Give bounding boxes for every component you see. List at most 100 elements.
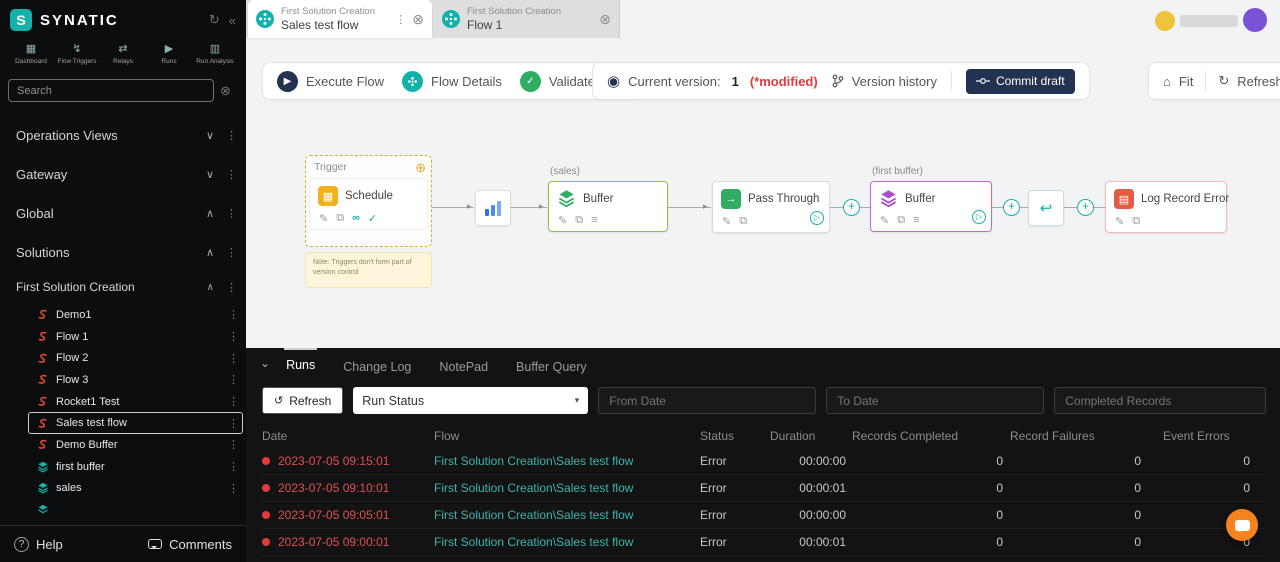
collapse-sidebar-icon[interactable]: « [229,13,236,28]
node-log-record-error[interactable]: ▤ Log Record Error ✎ ⧉ [1105,181,1229,233]
edit-icon[interactable]: ✎ [558,214,567,227]
version-history-button[interactable]: Version history [832,74,937,89]
kebab-menu-icon[interactable]: ⋮ [228,395,239,408]
search-input[interactable] [8,79,214,102]
canvas-refresh-button[interactable]: ↻ Refresh [1218,73,1280,89]
run-from-here-icon[interactable]: ▷ [972,210,986,224]
column-header[interactable]: Duration [770,424,852,448]
kebab-menu-icon[interactable]: ⋮ [228,438,239,451]
chevron-up-icon[interactable]: ∧ [207,282,214,293]
chat-widget-button[interactable] [1226,509,1258,541]
tab-close-icon[interactable]: ⊗ [412,11,424,28]
copy-icon[interactable]: ⧉ [897,214,905,227]
check-icon[interactable]: ✓ [368,212,377,225]
kebab-menu-icon[interactable]: ⋮ [226,281,237,294]
copy-icon[interactable]: ⧉ [739,215,747,228]
chevron-up-icon[interactable]: ∧ [206,207,214,220]
sidebar-item-first-buffer[interactable]: first buffer ⋮ [28,456,243,478]
nav-item-dashboard[interactable]: ▦ Dashboard [8,42,54,65]
run-status-select[interactable]: Run Status ▾ [353,387,589,414]
tab-buffer-query[interactable]: Buffer Query [514,348,589,380]
copy-icon[interactable]: ⧉ [1132,215,1140,228]
sidebar-item-global[interactable]: Global ∧ ⋮ [0,194,246,233]
node-metrics[interactable] [475,190,511,226]
node-buffer-first[interactable]: Buffer ✎ ⧉ ≡ ▷ [870,181,992,232]
node-buffer-sales[interactable]: Buffer ✎ ⧉ ≡ [548,181,668,232]
list-icon[interactable]: ≡ [591,214,597,227]
node-schedule[interactable]: ▦ Schedule ✎ ⧉ ∞ ✓ [309,178,428,230]
nav-item-flow-triggers[interactable]: ↯ Flow Triggers [54,42,100,65]
execute-flow-button[interactable]: ▶ Execute Flow [277,70,384,92]
sidebar-item-gateway[interactable]: Gateway ∨ ⋮ [0,155,246,194]
search-clear-icon[interactable]: ⊗ [220,83,231,99]
to-date-input[interactable] [826,387,1045,414]
avatar[interactable] [1243,8,1267,32]
column-header[interactable]: Record Failures [1010,424,1163,448]
completed-records-input[interactable] [1054,387,1267,414]
sidebar-item-solutions[interactable]: Solutions ∧ ⋮ [0,233,246,272]
nav-item-runs[interactable]: ▶ Runs [146,42,192,65]
kebab-menu-icon[interactable]: ⋮ [226,246,237,259]
sidebar-item-flow-3[interactable]: Flow 3 ⋮ [28,369,243,391]
sidebar-item-sales[interactable]: sales ⋮ [28,478,243,500]
add-step-button[interactable]: + [843,199,860,216]
add-step-button[interactable]: + [1003,199,1020,216]
commit-draft-button[interactable]: Commit draft [965,68,1075,94]
nav-item-relays[interactable]: ⇄ Relays [100,42,146,65]
list-icon[interactable]: ≡ [913,214,919,227]
sidebar-item-sales-test-flow[interactable]: Sales test flow ⋮ [28,412,243,435]
add-step-button[interactable]: + [1077,199,1094,216]
node-pass-through[interactable]: → Pass Through ✎ ⧉ ▷ [712,181,830,233]
kebab-menu-icon[interactable]: ⋮ [226,168,237,181]
sidebar-item-rocket1-test[interactable]: Rocket1 Test ⋮ [28,391,243,413]
sidebar-item-partial[interactable] [28,499,243,521]
edit-icon[interactable]: ✎ [880,214,889,227]
column-header[interactable]: Date [262,424,434,448]
kebab-menu-icon[interactable]: ⋮ [228,330,239,343]
tab-close-icon[interactable]: ⊗ [599,11,611,28]
tab-kebab-icon[interactable]: ⋮ [395,13,406,26]
tab-change-log[interactable]: Change Log [341,348,413,380]
sidebar-item-operations-views[interactable]: Operations Views ∨ ⋮ [0,116,246,155]
link-icon[interactable]: ∞ [352,212,360,225]
collapse-panel-icon[interactable]: ⌄ [260,356,270,370]
sidebar-item-demo-buffer[interactable]: Demo Buffer ⋮ [28,434,243,456]
sidebar-item-flow-1[interactable]: Flow 1 ⋮ [28,326,243,348]
edit-icon[interactable]: ✎ [722,215,731,228]
avatar[interactable] [1155,11,1175,31]
edit-icon[interactable]: ✎ [1115,215,1124,228]
copy-icon[interactable]: ⧉ [336,212,344,225]
comments-button[interactable]: Comments [148,537,232,552]
chevron-up-icon[interactable]: ∧ [206,246,214,259]
sidebar-item-demo1[interactable]: Demo1 ⋮ [28,304,243,326]
sidebar-item-flow-2[interactable]: Flow 2 ⋮ [28,347,243,369]
run-from-here-icon[interactable]: ▷ [810,211,824,225]
chevron-down-icon[interactable]: ∨ [206,129,214,142]
edit-icon[interactable]: ✎ [319,212,328,225]
column-header[interactable]: Status [700,424,770,448]
tab-flow-1[interactable]: First Solution Creation Flow 1 ⊗ [434,0,620,38]
tab-notepad[interactable]: NotePad [437,348,490,380]
kebab-menu-icon[interactable]: ⋮ [226,207,237,220]
from-date-input[interactable] [598,387,817,414]
chevron-down-icon[interactable]: ∨ [206,168,214,181]
trigger-group[interactable]: Trigger ⊕ ▦ Schedule ✎ ⧉ ∞ ✓ [305,155,432,247]
kebab-menu-icon[interactable]: ⋮ [228,482,239,495]
add-trigger-icon[interactable]: ⊕ [415,160,426,176]
fit-button[interactable]: ⌂ Fit [1163,74,1193,89]
column-header[interactable]: Records Completed [852,424,1010,448]
kebab-menu-icon[interactable]: ⋮ [228,460,239,473]
flow-details-button[interactable]: Flow Details [402,70,502,92]
column-header[interactable]: Event Errors [1163,424,1264,448]
node-return[interactable]: ↩ [1028,190,1064,226]
column-header[interactable]: Flow [434,424,700,448]
sidebar-item-first-solution-creation[interactable]: First Solution Creation ∧ ⋮ [0,272,246,302]
kebab-menu-icon[interactable]: ⋮ [228,417,239,430]
nav-item-run-analysis[interactable]: ▥ Run Analysis [192,42,238,65]
kebab-menu-icon[interactable]: ⋮ [228,352,239,365]
tab-runs[interactable]: Runs [284,348,318,378]
kebab-menu-icon[interactable]: ⋮ [228,373,239,386]
copy-icon[interactable]: ⧉ [575,214,583,227]
kebab-menu-icon[interactable]: ⋮ [228,308,239,321]
kebab-menu-icon[interactable]: ⋮ [226,129,237,142]
